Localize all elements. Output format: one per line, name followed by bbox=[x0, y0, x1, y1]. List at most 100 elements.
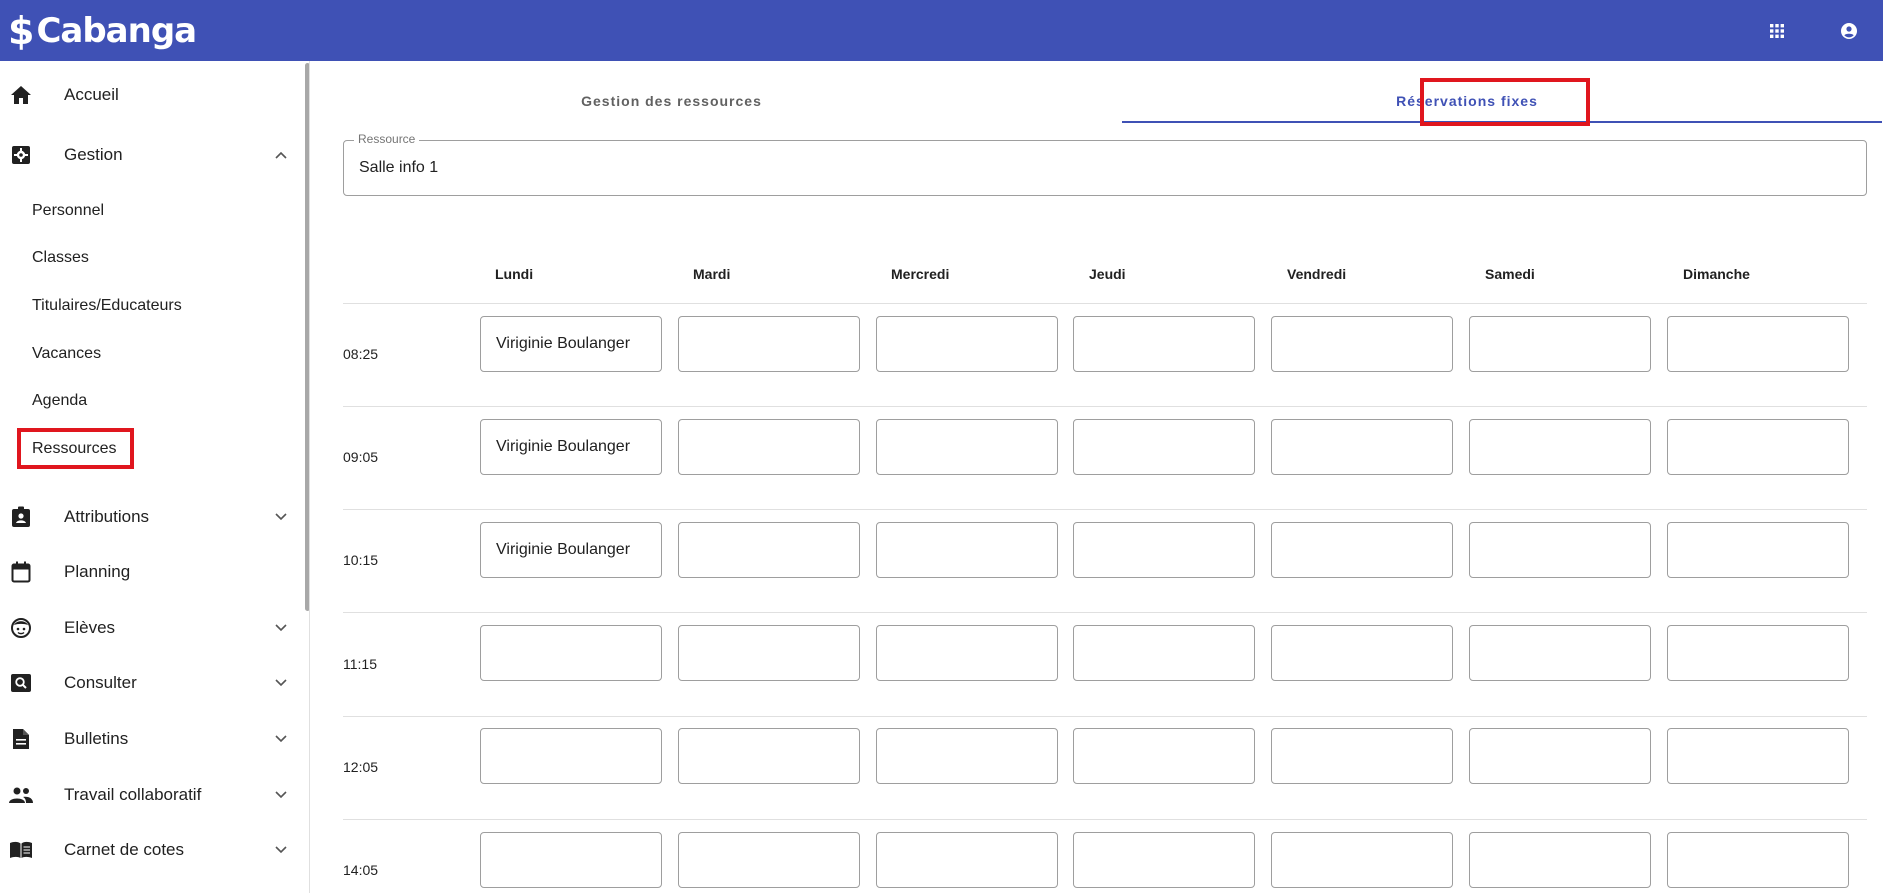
sidebar-item-carnet-de-cotes[interactable]: Carnet de cotes bbox=[0, 828, 300, 872]
cell-1115-vendredi[interactable] bbox=[1271, 625, 1453, 681]
cell-0905-mardi[interactable] bbox=[678, 419, 860, 475]
cell-0905-mercredi[interactable] bbox=[876, 419, 1058, 475]
cell-1205-lundi[interactable] bbox=[480, 728, 662, 784]
home-icon bbox=[9, 83, 33, 107]
cell-1405-mardi[interactable] bbox=[678, 832, 860, 888]
sidebar-item-label: Bulletins bbox=[64, 729, 129, 748]
clipboard-account-icon bbox=[9, 505, 33, 529]
cell-1405-dimanche[interactable] bbox=[1667, 832, 1849, 888]
cell-1405-lundi[interactable] bbox=[480, 832, 662, 888]
sidebar-item-eleves[interactable]: Elèves bbox=[0, 606, 300, 650]
cell-0905-dimanche[interactable] bbox=[1667, 419, 1849, 475]
search-box-icon bbox=[9, 671, 33, 695]
cell-1205-jeudi[interactable] bbox=[1073, 728, 1255, 784]
day-header-dimanche: Dimanche bbox=[1683, 266, 1750, 282]
cell-1115-mardi[interactable] bbox=[678, 625, 860, 681]
cell-0905-lundi[interactable]: Viriginie Boulanger bbox=[480, 419, 662, 475]
cell-0905-jeudi[interactable] bbox=[1073, 419, 1255, 475]
sidebar-nav: Accueil Gestion Personnel Classes Titula… bbox=[0, 61, 310, 893]
sidebar-item-label: Carnet de cotes bbox=[64, 840, 185, 859]
sidebar-item-accueil[interactable]: Accueil bbox=[0, 73, 300, 117]
cell-1405-samedi[interactable] bbox=[1469, 832, 1651, 888]
cell-1115-jeudi[interactable] bbox=[1073, 625, 1255, 681]
time-label-0825: 08:25 bbox=[343, 346, 379, 362]
cell-1115-lundi[interactable] bbox=[480, 625, 662, 681]
cell-0905-vendredi[interactable] bbox=[1271, 419, 1453, 475]
gear-box-icon bbox=[9, 143, 33, 167]
cell-0825-mercredi[interactable] bbox=[876, 316, 1058, 372]
cell-0825-vendredi[interactable] bbox=[1271, 316, 1453, 372]
cell-1015-lundi[interactable]: Viriginie Boulanger bbox=[480, 522, 662, 578]
cell-0905-samedi[interactable] bbox=[1469, 419, 1651, 475]
cell-0825-samedi[interactable] bbox=[1469, 316, 1651, 372]
cell-1205-dimanche[interactable] bbox=[1667, 728, 1849, 784]
sidebar-sub-ressources[interactable]: Ressources bbox=[32, 437, 116, 461]
top-app-bar: $ Cabanga bbox=[0, 0, 1883, 61]
cell-1015-jeudi[interactable] bbox=[1073, 522, 1255, 578]
sidebar-item-gestion[interactable]: Gestion bbox=[0, 133, 300, 177]
cell-0825-mardi[interactable] bbox=[678, 316, 860, 372]
calendar-icon bbox=[9, 560, 33, 584]
cell-0825-jeudi[interactable] bbox=[1073, 316, 1255, 372]
row-divider bbox=[343, 406, 1867, 407]
account-button[interactable] bbox=[1829, 11, 1869, 51]
logo-text: Cabanga bbox=[36, 10, 197, 51]
cell-1115-dimanche[interactable] bbox=[1667, 625, 1849, 681]
cell-1205-mercredi[interactable] bbox=[876, 728, 1058, 784]
sidebar-item-consulter[interactable]: Consulter bbox=[0, 661, 300, 705]
day-header-lundi: Lundi bbox=[495, 266, 534, 282]
apps-grid-button[interactable] bbox=[1757, 11, 1797, 51]
day-header-mercredi: Mercredi bbox=[891, 266, 950, 282]
main-content: Gestion des ressources Réservations fixe… bbox=[310, 61, 1883, 893]
sidebar-item-planning[interactable]: Planning bbox=[0, 550, 300, 594]
account-circle-icon bbox=[1841, 22, 1857, 39]
sidebar-sub-vacances[interactable]: Vacances bbox=[32, 342, 101, 366]
chevron-down-icon bbox=[272, 730, 290, 748]
cell-1015-vendredi[interactable] bbox=[1271, 522, 1453, 578]
cell-1405-vendredi[interactable] bbox=[1271, 832, 1453, 888]
ressource-select[interactable]: Ressource Salle info 1 bbox=[343, 132, 1867, 196]
cell-0825-dimanche[interactable] bbox=[1667, 316, 1849, 372]
chevron-down-icon bbox=[272, 674, 290, 692]
sidebar-sub-agenda[interactable]: Agenda bbox=[32, 389, 87, 413]
cell-1205-mardi[interactable] bbox=[678, 728, 860, 784]
cell-1015-samedi[interactable] bbox=[1469, 522, 1651, 578]
sidebar-sub-classes[interactable]: Classes bbox=[32, 246, 89, 270]
chevron-up-icon bbox=[272, 146, 290, 164]
sidebar-item-label: Attributions bbox=[64, 507, 150, 526]
sidebar-item-travail-collaboratif[interactable]: Travail collaboratif bbox=[0, 773, 300, 817]
ressource-field-value: Salle info 1 bbox=[359, 159, 439, 176]
sidebar-sub-titulaires[interactable]: Titulaires/Educateurs bbox=[32, 294, 182, 318]
time-label-1015: 10:15 bbox=[343, 552, 379, 568]
cell-1205-vendredi[interactable] bbox=[1271, 728, 1453, 784]
ressource-field-label: Ressource bbox=[354, 132, 420, 146]
day-header-samedi: Samedi bbox=[1485, 266, 1535, 282]
cabanga-logo[interactable]: $ Cabanga bbox=[8, 8, 197, 53]
document-icon bbox=[9, 727, 33, 751]
cell-1405-mercredi[interactable] bbox=[876, 832, 1058, 888]
row-divider bbox=[343, 509, 1867, 510]
tab-gestion-des-ressources[interactable]: Gestion des ressources bbox=[324, 81, 1019, 121]
row-divider bbox=[343, 612, 1867, 613]
sidebar-item-bulletins[interactable]: Bulletins bbox=[0, 717, 300, 761]
sidebar-item-attributions[interactable]: Attributions bbox=[0, 495, 300, 539]
cell-1015-mardi[interactable] bbox=[678, 522, 860, 578]
day-header-jeudi: Jeudi bbox=[1089, 266, 1126, 282]
sidebar-item-label: Travail collaboratif bbox=[64, 785, 202, 804]
cell-1405-jeudi[interactable] bbox=[1073, 832, 1255, 888]
row-divider bbox=[343, 819, 1867, 820]
cell-1015-mercredi[interactable] bbox=[876, 522, 1058, 578]
cell-1115-samedi[interactable] bbox=[1469, 625, 1651, 681]
sidebar-item-label: Accueil bbox=[64, 85, 119, 104]
cell-1015-dimanche[interactable] bbox=[1667, 522, 1849, 578]
time-label-1405: 14:05 bbox=[343, 862, 379, 878]
book-icon bbox=[9, 838, 33, 862]
sidebar-sub-personnel[interactable]: Personnel bbox=[32, 199, 104, 223]
sidebar-item-label: Gestion bbox=[64, 145, 123, 164]
chevron-down-icon bbox=[272, 508, 290, 526]
child-face-icon bbox=[9, 616, 33, 640]
cell-1115-mercredi[interactable] bbox=[876, 625, 1058, 681]
cell-1205-samedi[interactable] bbox=[1469, 728, 1651, 784]
cell-0825-lundi[interactable]: Viriginie Boulanger bbox=[480, 316, 662, 372]
logo-dollar-symbol: $ bbox=[8, 8, 35, 53]
